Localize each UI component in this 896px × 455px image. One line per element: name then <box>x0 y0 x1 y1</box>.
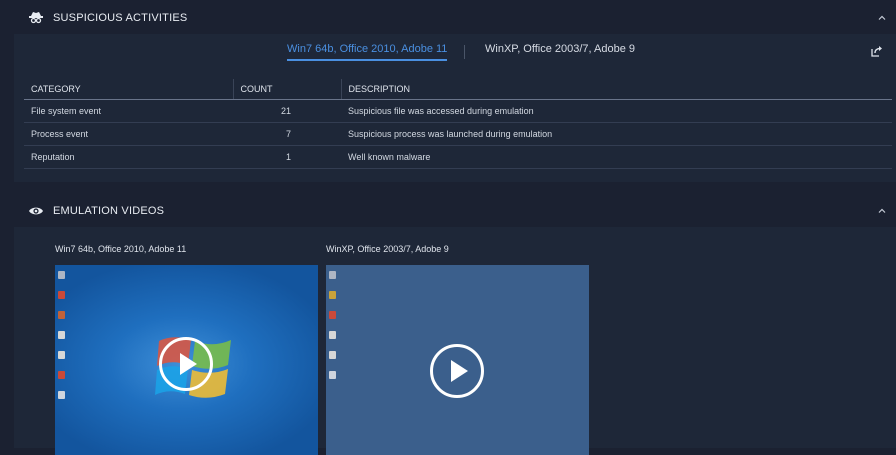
chevron-up-icon[interactable] <box>876 204 888 216</box>
document-icon <box>329 331 336 339</box>
app-icon <box>58 311 65 319</box>
tab-winxp[interactable]: WinXP, Office 2003/7, Adobe 9 <box>485 43 635 55</box>
count-cell: 21 <box>233 99 341 123</box>
recycle-bin-icon <box>58 271 65 279</box>
description-cell: Suspicious file was accessed during emul… <box>341 99 892 123</box>
play-button-win7[interactable] <box>159 337 213 391</box>
column-header-description[interactable]: DESCRIPTION <box>340 79 892 100</box>
video-thumbnail-win7[interactable] <box>55 265 318 455</box>
category-cell: File system event <box>24 99 233 123</box>
document-icon <box>329 371 336 379</box>
desktop-icons <box>58 271 68 411</box>
suspicious-activities-panel: Win7 64b, Office 2010, Adobe 11 WinXP, O… <box>14 34 896 182</box>
suspicious-activities-table: CATEGORY COUNT DESCRIPTION File system e… <box>24 79 892 169</box>
count-cell: 7 <box>233 122 341 146</box>
chevron-up-icon[interactable] <box>876 11 888 23</box>
table-row[interactable]: File system event 21 Suspicious file was… <box>24 99 892 123</box>
count-cell: 1 <box>233 145 341 169</box>
category-cell: Reputation <box>24 145 233 169</box>
play-icon <box>180 353 197 375</box>
suspicious-activities-header[interactable]: SUSPICIOUS ACTIVITIES <box>14 1 896 35</box>
table-row[interactable]: Reputation 1 Well known malware <box>24 145 892 169</box>
external-link-icon[interactable] <box>870 44 884 58</box>
category-cell: Process event <box>24 122 233 146</box>
description-cell: Well known malware <box>341 145 892 169</box>
eye-icon <box>28 203 44 219</box>
document-icon <box>58 391 65 399</box>
video-label-winxp: WinXP, Office 2003/7, Adobe 9 <box>326 244 449 254</box>
environment-tabs: Win7 64b, Office 2010, Adobe 11 WinXP, O… <box>14 43 896 65</box>
app-icon <box>58 291 65 299</box>
app-icon <box>329 311 336 319</box>
document-icon <box>58 331 65 339</box>
emulation-videos-title: EMULATION VIDEOS <box>53 205 165 217</box>
desktop-icons <box>329 271 339 391</box>
tab-divider <box>464 45 465 59</box>
tab-win7[interactable]: Win7 64b, Office 2010, Adobe 11 <box>287 43 448 61</box>
play-button-winxp[interactable] <box>430 344 484 398</box>
video-label-win7: Win7 64b, Office 2010, Adobe 11 <box>55 244 187 254</box>
spy-icon <box>28 10 44 26</box>
emulation-videos-header[interactable]: EMULATION VIDEOS <box>14 194 896 228</box>
video-thumbnail-winxp[interactable] <box>326 265 589 455</box>
play-icon <box>451 360 468 382</box>
description-cell: Suspicious process was launched during e… <box>341 122 892 146</box>
table-row[interactable]: Process event 7 Suspicious process was l… <box>24 122 892 146</box>
document-icon <box>58 351 65 359</box>
column-header-category[interactable]: CATEGORY <box>24 79 233 100</box>
table-header-row: CATEGORY COUNT DESCRIPTION <box>24 79 892 100</box>
recycle-bin-icon <box>329 271 336 279</box>
emulation-videos-panel: Win7 64b, Office 2010, Adobe 11 WinXP, O… <box>14 227 896 455</box>
document-icon <box>329 351 336 359</box>
app-icon <box>329 291 336 299</box>
app-icon <box>58 371 65 379</box>
column-header-count[interactable]: COUNT <box>232 79 341 100</box>
suspicious-activities-title: SUSPICIOUS ACTIVITIES <box>53 12 188 24</box>
